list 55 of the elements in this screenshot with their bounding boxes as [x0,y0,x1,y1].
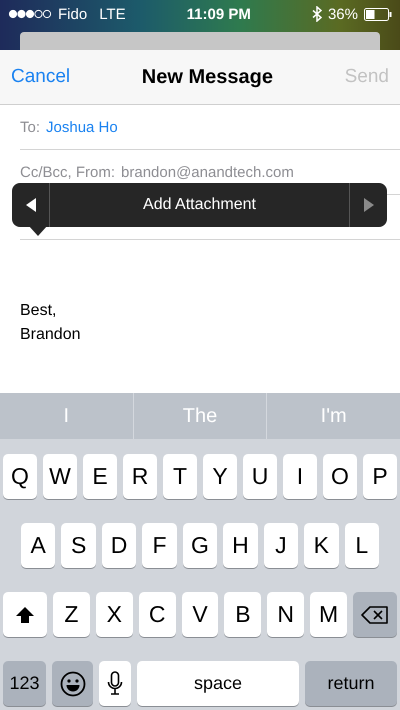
network-type: LTE [99,6,126,22]
letter-key[interactable]: J [264,523,298,568]
letter-key[interactable]: R [123,454,157,499]
bluetooth-icon [312,6,322,22]
backspace-icon [361,604,390,624]
field-value: brandon@anandtech.com [121,164,294,180]
letter-key[interactable]: C [138,592,176,637]
letter-key[interactable]: N [267,592,304,637]
microphone-icon [107,670,123,696]
letter-key[interactable]: I [283,454,317,499]
menu-item[interactable]: Add Attachment [49,183,350,227]
recipient-name[interactable]: Joshua Ho [46,118,118,136]
body-text-line: Brandon [20,326,82,344]
letter-key[interactable]: B [224,592,262,637]
shift-key[interactable] [3,592,47,637]
letter-key[interactable]: W [43,454,77,499]
battery-percent: 36% [328,6,358,22]
letter-key[interactable]: Z [53,592,90,637]
cancel-button[interactable]: Cancel [11,66,70,88]
letter-key[interactable]: F [142,523,177,568]
letter-key[interactable]: K [304,523,338,568]
battery-icon [364,8,392,20]
delete-key[interactable] [353,592,398,637]
letter-key[interactable]: G [182,523,218,568]
letter-key[interactable]: O [323,454,357,499]
signal-dots-icon [8,9,52,19]
body-text-line: Best, [20,302,58,320]
smiley-icon [60,670,86,696]
letter-key[interactable]: L [344,523,379,568]
letter-key[interactable]: P [363,454,397,499]
field-label: Cc/Bcc, From: [20,164,116,180]
letter-key[interactable]: Y [203,454,237,499]
letter-key[interactable]: M [310,592,348,637]
letter-key[interactable]: D [102,523,136,568]
letter-key[interactable]: U [243,454,277,499]
numbers-key[interactable]: 123 [3,661,46,706]
letter-key[interactable]: X [96,592,133,637]
return-key[interactable]: return [305,661,397,706]
letter-key[interactable]: Q [3,454,37,499]
emoji-key[interactable] [52,661,93,706]
letter-key[interactable]: T [163,454,197,499]
screen-title: New Message [142,66,273,88]
right-triangle-icon [364,198,374,212]
microphone-key[interactable] [99,661,131,706]
letter-key[interactable]: E [83,454,117,499]
field-label: To: [20,118,40,136]
shift-arrow-icon [15,604,35,624]
letter-key[interactable]: S [61,523,96,568]
letter-key[interactable]: H [223,523,258,568]
letter-key[interactable]: A [21,523,56,568]
space-key[interactable]: space [137,661,299,706]
left-triangle-icon [26,198,36,212]
letter-key[interactable]: V [182,592,218,637]
carrier-name: Fido [58,6,88,22]
clock-time: 11:09 PM [186,6,251,22]
